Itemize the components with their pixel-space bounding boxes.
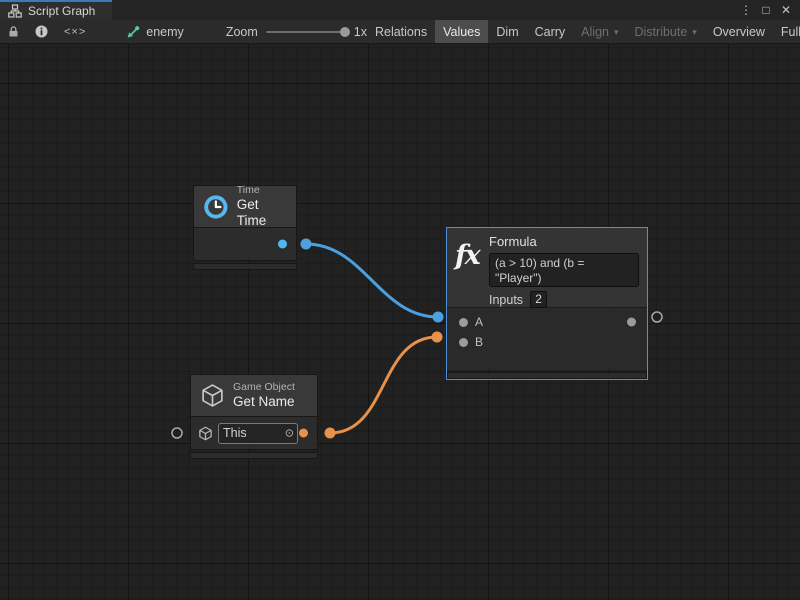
zoom-value: 1x [354, 25, 367, 39]
distribute-label: Distribute [635, 25, 688, 39]
zoom-control: Zoom 1x [218, 20, 367, 43]
align-dropdown[interactable]: Align ▾ [573, 20, 626, 43]
code-icon: <×> [64, 26, 86, 38]
formula-ports: A B [447, 308, 647, 370]
full-screen-button[interactable]: Full Screen [773, 20, 800, 43]
node-category: Game Object [233, 381, 295, 394]
align-label: Align [581, 25, 609, 39]
code-preview-button[interactable]: <×> [56, 20, 94, 43]
get-time-output-port[interactable] [278, 240, 287, 249]
lock-button[interactable] [0, 20, 27, 43]
carry-button[interactable]: Carry [527, 20, 574, 43]
port-b-label: B [475, 335, 483, 349]
inputs-count-field[interactable]: 2 [530, 291, 547, 308]
target-value: This [223, 426, 247, 440]
node-category: Time [237, 184, 287, 197]
relations-button[interactable]: Relations [367, 20, 435, 43]
node-get-time[interactable]: Time Get Time [193, 185, 297, 270]
formula-expression-input[interactable]: (a > 10) and (b = "Player") [489, 253, 639, 287]
fx-icon: fx [455, 240, 479, 271]
graph-breadcrumb[interactable]: enemy [118, 20, 192, 43]
full-screen-label: Full Screen [781, 25, 800, 39]
maximize-button[interactable]: □ [758, 2, 774, 18]
distribute-dropdown[interactable]: Distribute ▾ [627, 20, 705, 43]
wire-endpoint-orange-end[interactable] [432, 332, 443, 343]
chevron-down-icon: ▾ [692, 27, 697, 38]
port-a-label: A [475, 315, 483, 329]
get-name-target-empty-port[interactable] [172, 428, 182, 438]
dim-label: Dim [496, 25, 518, 39]
zoom-label: Zoom [226, 25, 258, 39]
close-button[interactable]: ✕ [778, 2, 794, 18]
tab-title: Script Graph [28, 4, 95, 18]
overview-button[interactable]: Overview [705, 20, 773, 43]
graph-canvas[interactable]: Time Get Time fx Formula (a > 10) and (b… [0, 44, 800, 600]
node-title: Formula [489, 234, 639, 249]
chevron-down-icon: ▾ [614, 27, 619, 38]
graph-hierarchy-icon [8, 4, 22, 18]
wire-endpoint-blue-end[interactable] [433, 312, 444, 323]
window-controls: ⋮ □ ✕ [738, 0, 800, 20]
connection-wires [0, 44, 800, 600]
formula-result-empty-port[interactable] [652, 312, 662, 322]
wire-get-name-to-formula-b[interactable] [330, 337, 437, 433]
menu-icon: ⋮ [740, 4, 752, 16]
port-row-b: B [447, 332, 647, 352]
node-title: Get Name [233, 394, 295, 410]
graph-name-label: enemy [146, 25, 184, 39]
wire-get-time-to-formula-a[interactable] [306, 244, 438, 317]
object-picker-icon[interactable]: ⊙ [285, 427, 294, 440]
inputs-label: Inputs [489, 293, 523, 307]
relations-label: Relations [375, 25, 427, 39]
formula-header[interactable]: fx Formula (a > 10) and (b = "Player") I… [447, 228, 647, 308]
get-name-footer [190, 452, 318, 459]
zoom-slider-handle[interactable] [340, 27, 350, 37]
tab-script-graph[interactable]: Script Graph [0, 0, 112, 20]
wire-endpoint-orange-start[interactable] [325, 428, 336, 439]
target-object-field[interactable]: This ⊙ [218, 423, 298, 444]
overview-label: Overview [713, 25, 765, 39]
zoom-slider[interactable] [266, 31, 348, 33]
get-time-footer [193, 263, 297, 270]
info-icon [35, 25, 48, 38]
game-object-cube-icon [200, 383, 225, 408]
values-label: Values [443, 25, 480, 39]
node-formula[interactable]: fx Formula (a > 10) and (b = "Player") I… [446, 227, 648, 380]
dim-button[interactable]: Dim [488, 20, 526, 43]
script-graph-asset-icon [126, 25, 140, 39]
wire-endpoint-blue-start[interactable] [301, 239, 312, 250]
script-graph-window: { "window": { "title": "Script Graph", "… [0, 0, 800, 600]
inspect-button[interactable] [27, 20, 56, 43]
window-menu-button[interactable]: ⋮ [738, 2, 754, 18]
graph-toolbar: <×> enemy Zoom 1x Relations Values Dim C… [0, 20, 800, 44]
formula-input-port-b[interactable] [459, 338, 468, 347]
lock-icon [8, 25, 19, 38]
node-title: Get Time [237, 197, 287, 229]
formula-output-port[interactable] [627, 318, 636, 327]
get-time-body [193, 228, 297, 261]
formula-input-port-a[interactable] [459, 318, 468, 327]
formula-footer [447, 372, 647, 379]
port-row-a: A [447, 312, 647, 332]
close-icon: ✕ [781, 4, 791, 16]
title-bar: Script Graph ⋮ □ ✕ [0, 0, 800, 20]
carry-label: Carry [535, 25, 566, 39]
get-time-header[interactable]: Time Get Time [193, 185, 297, 228]
get-name-output-port[interactable] [299, 429, 308, 438]
game-object-cube-icon-small [198, 426, 213, 441]
clock-icon [203, 193, 229, 221]
maximize-icon: □ [762, 4, 769, 16]
values-button[interactable]: Values [435, 20, 488, 43]
get-name-header[interactable]: Game Object Get Name [190, 374, 318, 417]
node-get-name[interactable]: Game Object Get Name This ⊙ [190, 374, 318, 459]
get-name-body: This ⊙ [190, 417, 318, 450]
